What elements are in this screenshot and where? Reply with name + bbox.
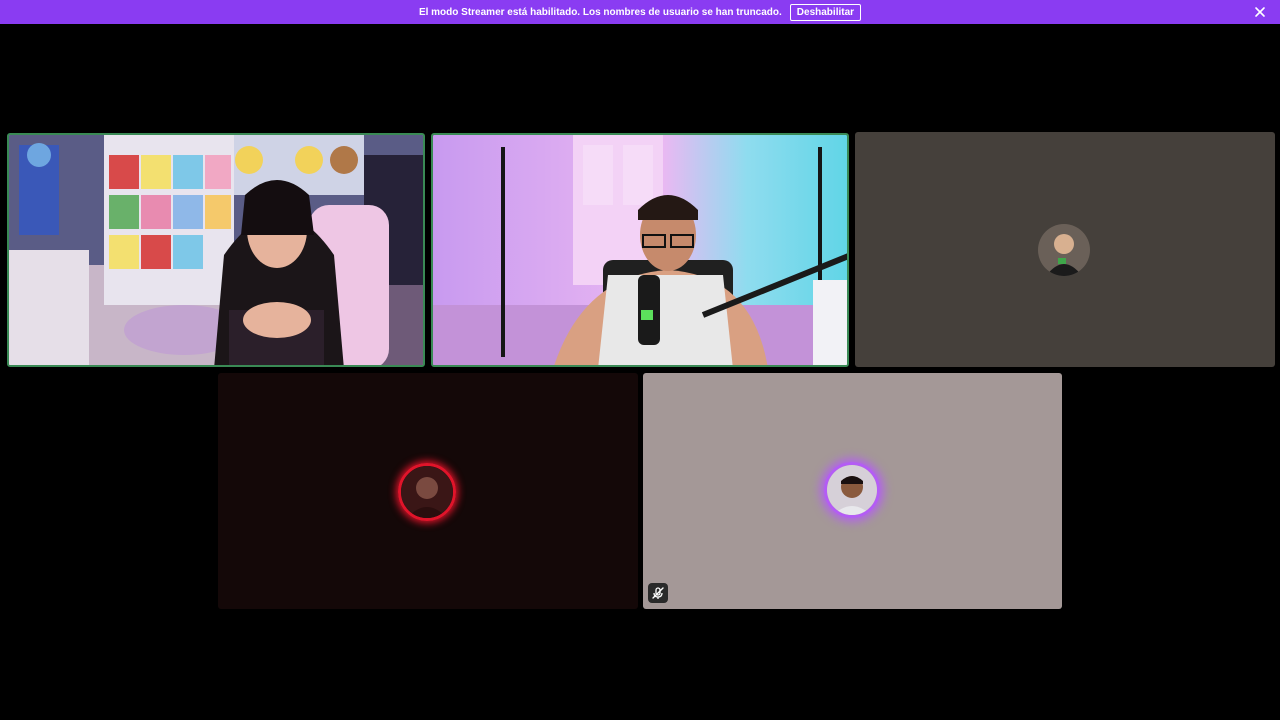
close-icon[interactable] xyxy=(1252,4,1268,20)
microphone-muted-icon xyxy=(648,583,668,603)
participant-avatar-tile-3[interactable] xyxy=(855,132,1275,367)
webcam-video xyxy=(9,135,423,365)
streamer-mode-banner: El modo Streamer está habilitado. Los no… xyxy=(0,0,1280,24)
participant-video-tile-1[interactable] xyxy=(7,133,425,367)
disable-streamer-mode-button[interactable]: Deshabilitar xyxy=(789,3,862,21)
participant-avatar xyxy=(398,463,456,521)
streamer-mode-message: El modo Streamer está habilitado. Los no… xyxy=(418,6,782,18)
participant-avatar xyxy=(824,462,880,518)
participant-avatar-tile-5[interactable] xyxy=(643,373,1062,609)
participant-avatar-tile-4[interactable] xyxy=(218,373,638,609)
participant-video-tile-2[interactable] xyxy=(431,133,849,367)
participant-avatar xyxy=(1038,224,1090,276)
webcam-video xyxy=(433,135,847,365)
